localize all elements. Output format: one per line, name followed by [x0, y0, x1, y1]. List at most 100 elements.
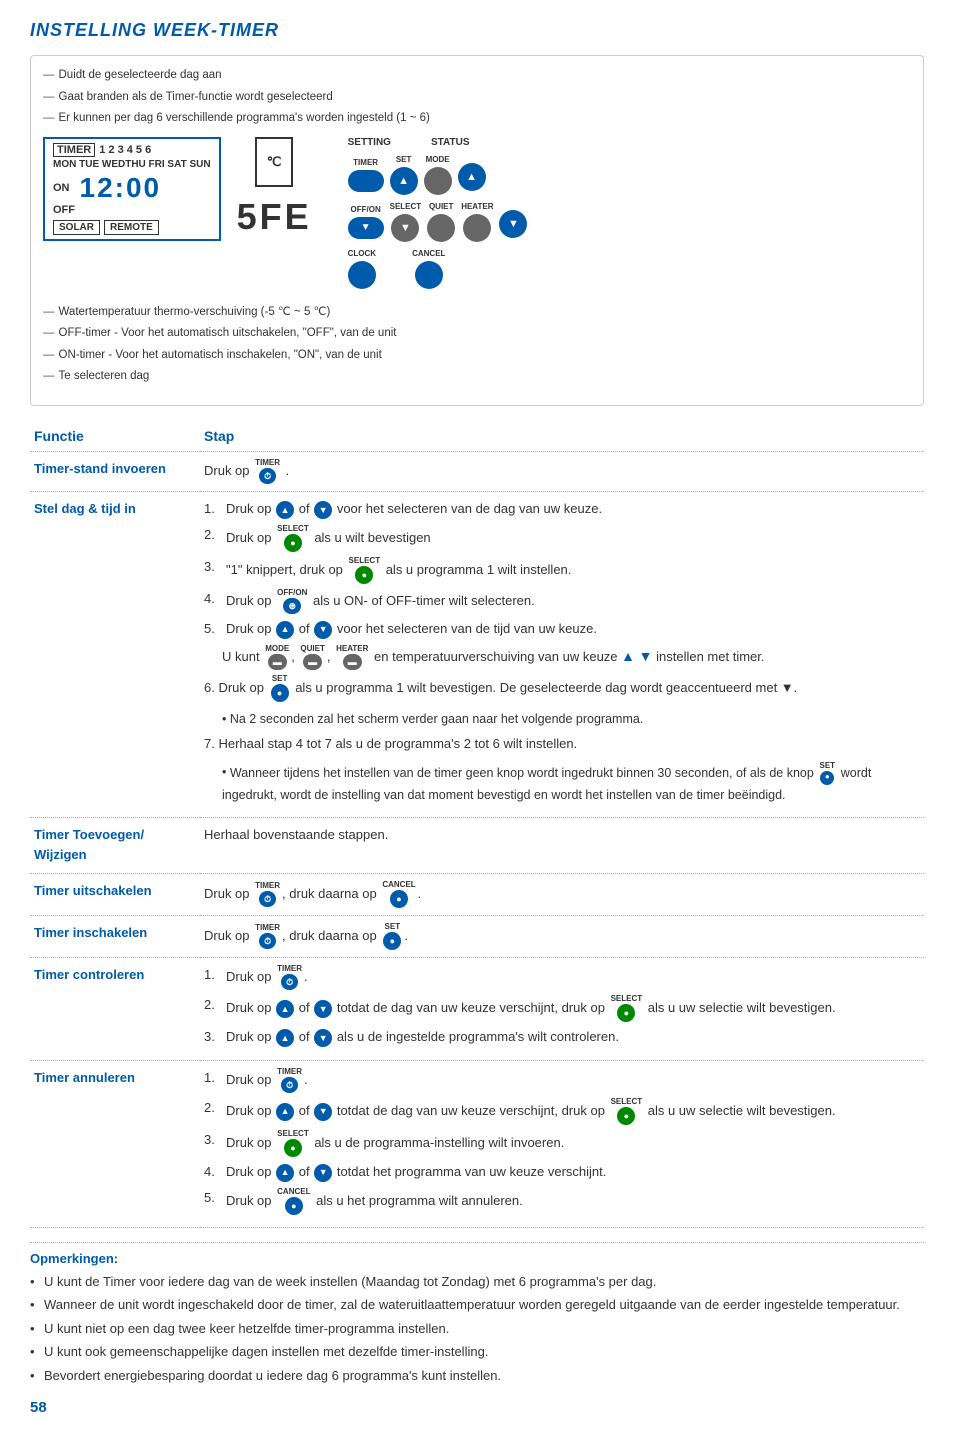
heater-status-col: ▼: [499, 207, 527, 238]
select-btn-label: SELECT: [390, 203, 422, 211]
mode-inline-btn[interactable]: ▬: [268, 654, 287, 670]
set-inline-7: SET ●: [819, 762, 835, 785]
cancel-inline-ta5: CANCEL ●: [277, 1188, 310, 1215]
timer-controleren-steps: 1. Druk op TIMER ⏱ . 2. Druk op of tot: [204, 965, 920, 1048]
set-above-6: SET: [272, 675, 288, 683]
step-3-num: 3.: [204, 557, 222, 578]
cancel-inline-wrapper: CANCEL ●: [382, 881, 415, 908]
heater-btn-label: HEATER: [461, 203, 493, 211]
cancel-btn-ta5[interactable]: ●: [285, 1197, 303, 1215]
timer-inline-btn[interactable]: ⏱: [259, 468, 276, 484]
offon-btn-label: OFF/ON: [351, 206, 381, 214]
down-arrow-tc3[interactable]: [314, 1029, 332, 1047]
select-btn-2[interactable]: ●: [284, 534, 302, 552]
remark-1: U kunt de Timer voor iedere dag van de w…: [30, 1272, 924, 1292]
select-above-ta3: SELECT: [277, 1130, 309, 1138]
timer-numbers: 1 2 3 4 5 6: [99, 144, 151, 156]
timer-button[interactable]: [348, 170, 384, 192]
btn-row-2: OFF/ON ▼ SELECT ▼ QUIET HEATER ▼: [348, 203, 528, 242]
select-btn-col: SELECT ▼: [390, 203, 422, 242]
quiet-button[interactable]: [427, 214, 455, 242]
set-inline-wrapper-in: SET ●: [382, 923, 402, 950]
set-inline-btn-6[interactable]: ●: [271, 684, 289, 702]
step-6: 6. Druk op SET ● als u programma 1 wilt …: [204, 675, 920, 729]
cancel-inline-btn[interactable]: ●: [390, 890, 408, 908]
remarks-list: U kunt de Timer voor iedere dag van de w…: [30, 1272, 924, 1386]
annotation-4: Watertemperatuur thermo-verschuiving (-5…: [43, 303, 911, 323]
timer-annuleren-label: Timer annuleren: [30, 1061, 200, 1228]
down-arrow-ta4[interactable]: [314, 1164, 332, 1182]
set-inline-6: SET ●: [270, 675, 290, 702]
cancel-button[interactable]: [415, 261, 443, 289]
select-inline-ta2: SELECT ●: [611, 1098, 643, 1125]
annotation-1: Duidt de geselecteerde dag aan: [43, 66, 911, 86]
timer-toevoegen-content: Herhaal bovenstaande stappen.: [200, 817, 924, 874]
up-arrow-ta4[interactable]: [276, 1164, 294, 1182]
set-button[interactable]: ▲: [390, 167, 418, 195]
up-arrow-tc2[interactable]: [276, 1000, 294, 1018]
offon-btn-col: OFF/ON ▼: [348, 206, 384, 239]
quiet-inline-btn[interactable]: ▬: [303, 654, 322, 670]
select-above-ta2: SELECT: [611, 1098, 643, 1106]
mode-button[interactable]: [424, 167, 452, 195]
select-btn-3[interactable]: ●: [355, 566, 373, 584]
tc-step-1: 1. Druk op TIMER ⏱ .: [204, 965, 920, 990]
up-arrow-btn-1[interactable]: [276, 501, 294, 519]
set-above-in: SET: [385, 923, 401, 931]
annotation-2: Gaat branden als de Timer-functie wordt …: [43, 88, 911, 108]
mode-btn-col: MODE: [424, 156, 452, 195]
remark-2: Wanneer de unit wordt ingeschakeld door …: [30, 1295, 924, 1315]
days-row: MON TUE WEDTHU FRI SAT SUN: [53, 159, 211, 170]
remarks-section: Opmerkingen: U kunt de Timer voor iedere…: [30, 1242, 924, 1386]
table-row-timer-annuleren: Timer annuleren 1. Druk op TIMER ⏱ . 2. …: [30, 1061, 924, 1228]
display-row: TIMER 1 2 3 4 5 6 MON TUE WEDTHU FRI SAT…: [43, 137, 911, 293]
table-header-row: Functie Stap: [30, 418, 924, 452]
heater-status-button[interactable]: ▼: [499, 210, 527, 238]
table-row-timer-inschakelen: Timer inschakelen Druk op TIMER ⏱ , druk…: [30, 916, 924, 958]
down-arrow-btn-5[interactable]: [314, 621, 332, 639]
down-arrow-tc2[interactable]: [314, 1000, 332, 1018]
select-button[interactable]: ▼: [391, 214, 419, 242]
up-arrow-ta2[interactable]: [276, 1103, 294, 1121]
clock-button[interactable]: [348, 261, 376, 289]
quiet-inline: QUIET ▬: [300, 645, 324, 670]
select-btn-tc2[interactable]: ●: [617, 1004, 635, 1022]
mode-above-5b: MODE: [265, 645, 289, 653]
up-arrow-btn-5[interactable]: [276, 621, 294, 639]
heater-button[interactable]: [463, 214, 491, 242]
setting-label: SETTING: [348, 137, 391, 148]
heater-inline-btn[interactable]: ▬: [343, 654, 362, 670]
up-arrow-tc3[interactable]: [276, 1029, 294, 1047]
page-number: 58: [30, 1399, 924, 1416]
offon-button[interactable]: ▼: [348, 217, 384, 239]
sub-bullet-6: Na 2 seconden zal het scherm verder gaan…: [222, 709, 643, 729]
annotation-6: ON-timer - Voor het automatisch inschake…: [43, 346, 911, 366]
timer-btn-tc1[interactable]: ⏱: [281, 974, 298, 990]
set-btn-col: SET ▲: [390, 156, 418, 195]
timer-inline-btn-in[interactable]: ⏱: [259, 933, 276, 949]
select-btn-ta2[interactable]: ●: [617, 1107, 635, 1125]
select-btn-ta3[interactable]: ●: [284, 1139, 302, 1157]
page-title: INSTELLING WEEK-TIMER: [30, 20, 924, 41]
timer-uitschakelen-label: Timer uitschakelen: [30, 874, 200, 916]
set-inline-btn-7[interactable]: ●: [820, 771, 834, 785]
timer-controleren-content: 1. Druk op TIMER ⏱ . 2. Druk op of tot: [200, 958, 924, 1061]
timer-btn-inline-wrapper: TIMER ⏱: [255, 459, 280, 484]
clock-btn-label: CLOCK: [348, 250, 376, 258]
mode-btn-label: MODE: [426, 156, 450, 164]
ta-step-4: 4. Druk op of totdat het programma van u…: [204, 1162, 920, 1183]
step-4-num: 4.: [204, 589, 222, 610]
down-arrow-btn-1[interactable]: [314, 501, 332, 519]
offon-inline-btn[interactable]: ⊛: [283, 598, 301, 614]
set-inline-btn-in[interactable]: ●: [383, 932, 401, 950]
remote-label: REMOTE: [104, 220, 159, 235]
timer-box-label: TIMER: [53, 143, 95, 157]
quiet-btn-label: QUIET: [429, 203, 453, 211]
col2-header: Stap: [200, 418, 924, 452]
mode-status-button[interactable]: ▲: [458, 163, 486, 191]
timer-inline-btn-uit[interactable]: ⏱: [259, 891, 276, 907]
timer-row: TIMER 1 2 3 4 5 6: [53, 143, 211, 157]
content-table: Functie Stap Timer-stand invoeren Druk o…: [30, 418, 924, 1228]
timer-btn-ta1[interactable]: ⏱: [281, 1077, 298, 1093]
down-arrow-ta2[interactable]: [314, 1103, 332, 1121]
